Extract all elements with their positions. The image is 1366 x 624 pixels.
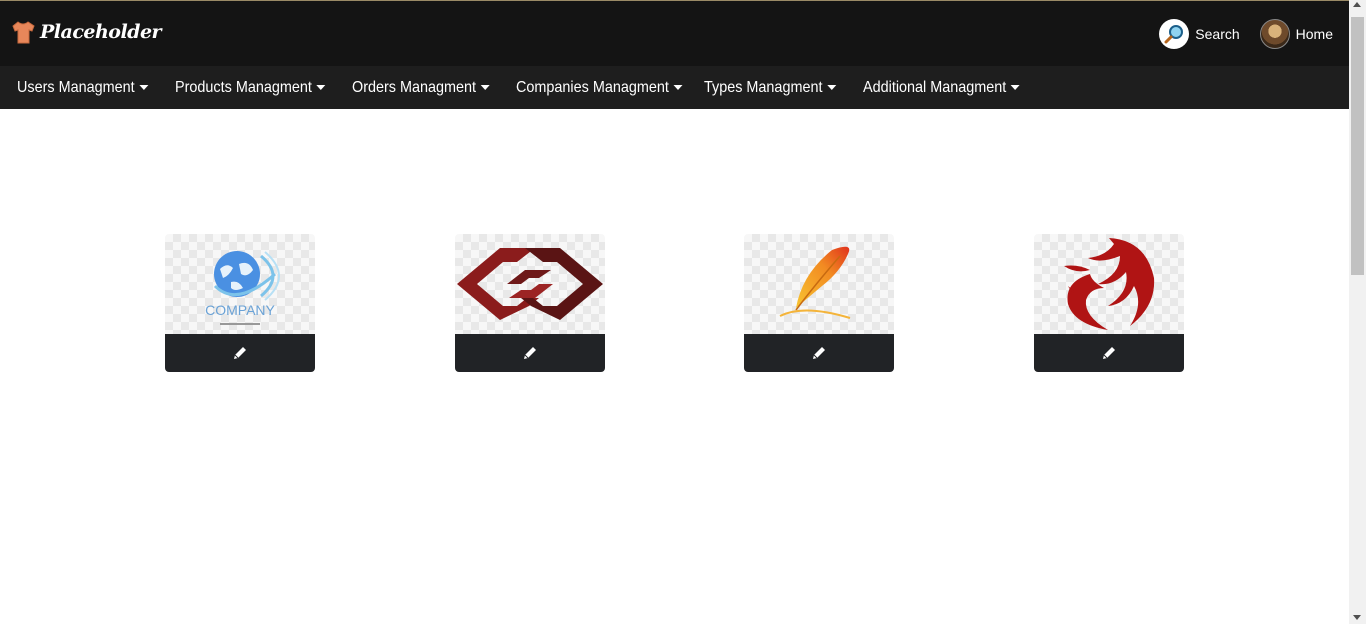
edit-pencil-icon <box>234 347 246 359</box>
header-actions: Search Home <box>1159 19 1333 49</box>
nav-additional-management[interactable]: Additional Managment <box>863 79 1020 97</box>
nav-label: Types Managment <box>704 78 823 96</box>
nav-companies-management[interactable]: Companies Managment <box>516 78 683 97</box>
search-icon <box>1159 19 1190 49</box>
caret-down-icon <box>673 85 683 90</box>
tshirt-icon <box>12 21 35 44</box>
company-card <box>744 234 894 372</box>
nav-products-management[interactable]: Products Managment <box>175 78 326 97</box>
page: Placeholder Search Home Users Managment <box>0 0 1366 624</box>
company-logo-image <box>455 234 605 334</box>
company-card: COMPANY <box>165 234 315 372</box>
nav-users-management[interactable]: Users Managment <box>17 78 149 97</box>
edit-pencil-icon <box>813 347 825 359</box>
edit-button[interactable] <box>165 334 315 372</box>
nav-label: Orders Managment <box>352 78 477 96</box>
edit-pencil-icon <box>524 347 536 359</box>
top-header: Placeholder Search Home <box>0 0 1349 66</box>
main-nav: Users Managment Products Managment Order… <box>0 66 1349 109</box>
company-logo-image <box>744 234 894 334</box>
home-label: Home <box>1295 26 1333 42</box>
vertical-scrollbar[interactable] <box>1349 0 1366 624</box>
nav-label: Users Managment <box>17 78 135 96</box>
linked-diamonds-logo <box>457 248 603 320</box>
phoenix-bird-logo <box>1064 238 1155 330</box>
company-card <box>1034 234 1184 372</box>
nav-orders-management[interactable]: Orders Managment <box>352 79 490 97</box>
avatar <box>1259 19 1290 49</box>
logo-text: Placeholder <box>40 21 162 43</box>
search-link[interactable]: Search <box>1159 19 1240 49</box>
caret-down-icon <box>826 85 836 90</box>
edit-pencil-icon <box>1103 347 1115 359</box>
scroll-down-arrow-icon[interactable] <box>1353 615 1361 620</box>
caret-down-icon <box>480 85 490 90</box>
search-label: Search <box>1195 26 1240 42</box>
nav-label: Products Managment <box>175 78 312 96</box>
nav-types-management[interactable]: Types Managment <box>704 79 836 97</box>
company-card <box>455 234 605 372</box>
company-logo-image <box>1034 234 1184 334</box>
caret-down-icon <box>139 85 149 90</box>
company-logo-image: COMPANY <box>165 234 315 334</box>
scroll-up-arrow-icon[interactable] <box>1353 2 1361 7</box>
scrollbar-thumb[interactable] <box>1351 17 1364 275</box>
nav-label: Companies Managment <box>516 78 669 96</box>
edit-button[interactable] <box>744 334 894 372</box>
globe-company-logo: COMPANY <box>205 251 280 325</box>
home-link[interactable]: Home <box>1259 19 1333 49</box>
nav-label: Additional Managment <box>863 78 1007 96</box>
logo-company-text: COMPANY <box>205 302 275 318</box>
caret-down-icon <box>1010 85 1020 90</box>
caret-down-icon <box>316 85 326 90</box>
edit-button[interactable] <box>1034 334 1184 372</box>
edit-button[interactable] <box>455 334 605 372</box>
brand-logo[interactable]: Placeholder <box>10 19 162 45</box>
feather-quill-logo <box>779 246 851 319</box>
